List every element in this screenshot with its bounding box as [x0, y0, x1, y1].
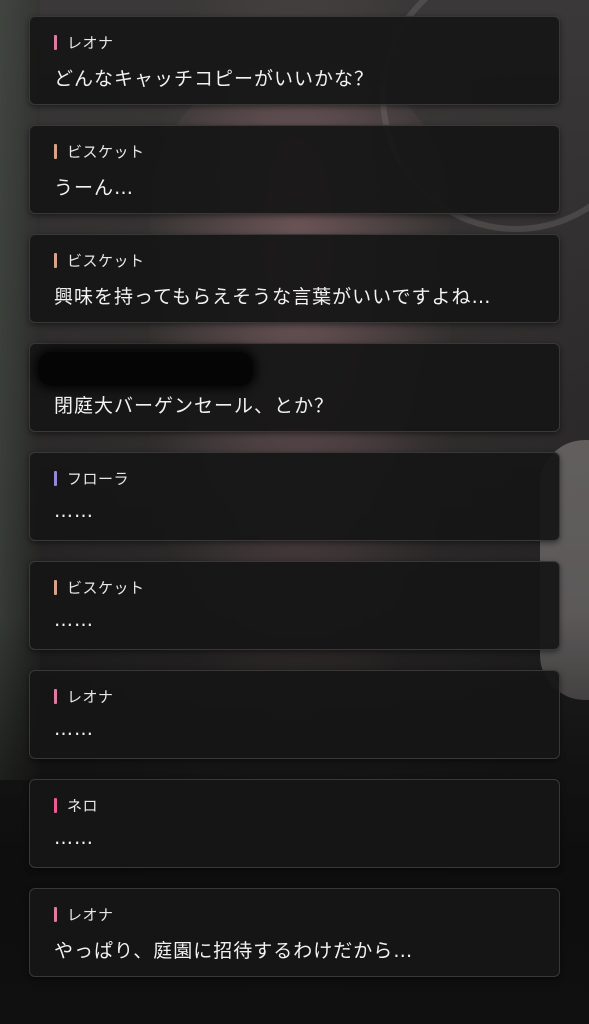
speaker-name: フローラ — [67, 469, 130, 488]
log-entry[interactable]: レオナ …… — [29, 670, 560, 759]
speaker-color-bar — [54, 252, 57, 268]
dialogue-log-list[interactable]: レオナ どんなキャッチコピーがいいかな？ ビスケット うーん… ビスケット 興味… — [29, 16, 560, 997]
speaker-color-bar — [54, 143, 57, 159]
dialogue-text: やっぱり、庭園に招待するわけだから… — [54, 940, 414, 962]
dialogue-text: …… — [54, 500, 94, 522]
speaker-name: ビスケット — [67, 251, 145, 270]
speaker-row: レオナ — [54, 33, 114, 52]
speaker-color-bar — [54, 906, 57, 922]
log-entry[interactable]: ビスケット …… — [29, 561, 560, 650]
dialogue-text: …… — [54, 718, 94, 740]
speaker-color-bar — [54, 797, 57, 813]
speaker-row: フローラ — [54, 469, 130, 488]
log-entry[interactable]: レオナ やっぱり、庭園に招待するわけだから… — [29, 888, 560, 977]
speaker-name: ビスケット — [67, 142, 145, 161]
speaker-row: レオナ — [54, 905, 114, 924]
speaker-name: ビスケット — [67, 578, 145, 597]
speaker-row: ビスケット — [54, 578, 145, 597]
dialogue-text: 閉庭大バーゲンセール、とか？ — [54, 395, 335, 417]
speaker-color-bar — [54, 34, 57, 50]
speaker-color-bar — [54, 470, 57, 486]
log-entry[interactable]: 閉庭大バーゲンセール、とか？ — [29, 343, 560, 432]
speaker-color-bar — [54, 688, 57, 704]
speaker-color-bar — [54, 579, 57, 595]
log-entry[interactable]: ネロ …… — [29, 779, 560, 868]
speaker-row: ビスケット — [54, 251, 145, 270]
log-entry[interactable]: ビスケット 興味を持ってもらえそうな言葉がいいですよね… — [29, 234, 560, 323]
dialogue-text: うーん… — [54, 177, 135, 199]
log-entry[interactable]: レオナ どんなキャッチコピーがいいかな？ — [29, 16, 560, 105]
speaker-name: レオナ — [67, 33, 114, 52]
speaker-name: レオナ — [67, 687, 114, 706]
speaker-name: ネロ — [67, 796, 99, 815]
speaker-row: ビスケット — [54, 142, 145, 161]
log-entry[interactable]: ビスケット うーん… — [29, 125, 560, 214]
speaker-row: レオナ — [54, 687, 114, 706]
dialogue-text: …… — [54, 609, 94, 631]
redacted-speaker-name — [38, 352, 253, 386]
dialogue-text: …… — [54, 827, 94, 849]
speaker-name: レオナ — [67, 905, 114, 924]
dialogue-log-screen: レオナ どんなキャッチコピーがいいかな？ ビスケット うーん… ビスケット 興味… — [0, 0, 589, 1024]
log-entry[interactable]: フローラ …… — [29, 452, 560, 541]
speaker-row: ネロ — [54, 796, 99, 815]
dialogue-text: どんなキャッチコピーがいいかな？ — [54, 68, 375, 90]
dialogue-text: 興味を持ってもらえそうな言葉がいいですよね… — [54, 286, 492, 308]
